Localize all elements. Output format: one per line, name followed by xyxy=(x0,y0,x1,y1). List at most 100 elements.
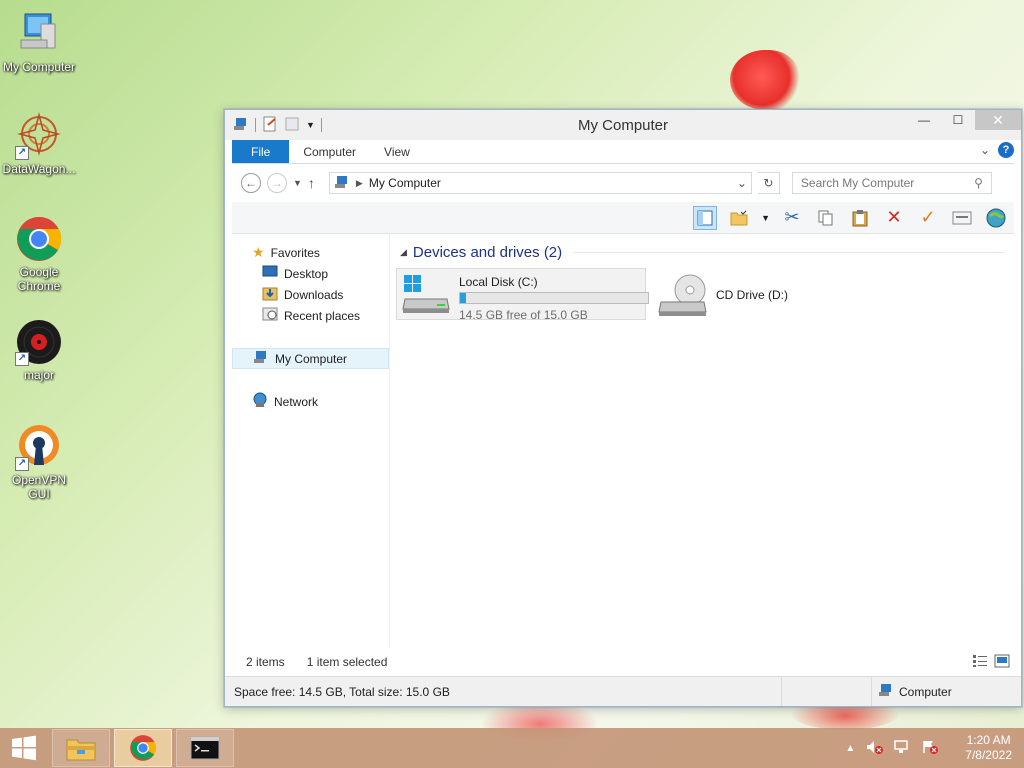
drive-name: Local Disk (C:) xyxy=(459,275,538,289)
desktop-icon-datawagon[interactable]: ↗ DataWagon... xyxy=(0,112,78,176)
desktop-icon-label: DataWagon... xyxy=(2,162,76,176)
delete-icon[interactable]: ✕ xyxy=(882,206,906,230)
expand-ribbon-icon[interactable]: ⌄ xyxy=(980,143,990,157)
navigation-pane: ★ Favorites Desktop Downloads Recent pla… xyxy=(232,234,390,648)
paste-icon[interactable] xyxy=(848,206,872,230)
rename-check-icon[interactable]: ✓ xyxy=(916,206,940,230)
desktop-icon-openvpn[interactable]: ↗ OpenVPN GUI xyxy=(0,423,78,501)
search-input[interactable]: Search My Computer ⚲ xyxy=(791,172,992,194)
taskbar-chrome[interactable] xyxy=(114,729,172,767)
clock[interactable]: 1:20 AM 7/8/2022 xyxy=(949,733,1012,763)
file-explorer-icon xyxy=(66,739,96,761)
forward-button[interactable]: → xyxy=(267,173,287,193)
location-info: Computer xyxy=(871,677,1021,706)
drive-local-disk-c[interactable]: Local Disk (C:) 14.5 GB free of 15.0 GB xyxy=(396,268,649,322)
content-area: ★ Favorites Desktop Downloads Recent pla… xyxy=(232,234,1014,648)
minimize-button[interactable]: — xyxy=(907,110,941,130)
search-icon[interactable]: ⚲ xyxy=(974,176,983,190)
show-hidden-icons-icon[interactable]: ▲ xyxy=(845,743,855,754)
action-center-icon[interactable] xyxy=(921,739,939,758)
computer-icon[interactable] xyxy=(233,116,249,135)
taskbar-file-explorer[interactable] xyxy=(52,729,110,767)
drive-usage-bar xyxy=(459,292,649,304)
nav-downloads[interactable]: Downloads xyxy=(232,284,389,305)
start-button[interactable] xyxy=(0,728,48,768)
windows-logo-icon xyxy=(12,735,36,761)
collapse-icon[interactable]: ◢ xyxy=(400,247,407,258)
properties-box-icon[interactable] xyxy=(950,206,974,230)
location-label: Computer xyxy=(899,684,952,699)
copy-icon[interactable] xyxy=(814,206,838,230)
drive-cd-d[interactable]: CD Drive (D:) xyxy=(654,268,904,320)
chevron-down-icon[interactable]: ▼ xyxy=(306,120,315,130)
command-prompt-icon xyxy=(190,736,220,760)
network-icon xyxy=(252,392,268,411)
nav-my-computer[interactable]: My Computer xyxy=(232,348,389,369)
nav-favorites[interactable]: ★ Favorites xyxy=(232,242,389,263)
group-header[interactable]: ◢ Devices and drives (2) xyxy=(400,242,1004,262)
address-bar[interactable]: ▶ My Computer ⌄ xyxy=(328,172,752,194)
chrome-icon xyxy=(15,215,63,263)
desktop-icon-label: My Computer xyxy=(2,60,76,74)
view-switcher xyxy=(972,654,1014,671)
refresh-button[interactable]: ↻ xyxy=(757,172,780,194)
cut-icon[interactable]: ✂ xyxy=(780,206,804,230)
recent-locations-icon[interactable]: ▼ xyxy=(293,178,302,188)
desktop-icon-my-computer[interactable]: My Computer xyxy=(0,10,78,74)
title-bar[interactable]: ▼ My Computer — ☐ ✕ xyxy=(225,110,1021,140)
system-tray: ▲ 1:20 AM 7/8/2022 xyxy=(845,733,1024,763)
details-view-icon[interactable] xyxy=(972,654,988,671)
folder-options-icon[interactable] xyxy=(727,206,751,230)
space-info: Space free: 14.5 GB, Total size: 15.0 GB xyxy=(234,684,450,699)
breadcrumb-separator-icon[interactable]: ▶ xyxy=(356,178,363,189)
clock-time: 1:20 AM xyxy=(966,733,1011,747)
file-list: ◢ Devices and drives (2) Local Disk (C:)… xyxy=(390,234,1014,648)
cd-drive-icon xyxy=(658,272,708,321)
properties-icon[interactable] xyxy=(262,116,278,135)
details-separator xyxy=(781,677,871,706)
computer-icon xyxy=(15,10,63,58)
network-status-icon[interactable] xyxy=(893,739,911,758)
maximize-button[interactable]: ☐ xyxy=(941,110,975,130)
nav-desktop[interactable]: Desktop xyxy=(232,263,389,284)
command-toolbar: ▼ ✂ ✕ ✓ xyxy=(232,202,1014,234)
close-button[interactable]: ✕ xyxy=(975,110,1021,130)
taskbar-command-prompt[interactable] xyxy=(176,729,234,767)
hard-drive-icon xyxy=(401,273,451,318)
desktop-icon-google-chrome[interactable]: Google Chrome xyxy=(0,215,78,293)
computer-icon xyxy=(334,174,350,193)
back-button[interactable]: ← xyxy=(241,173,261,193)
nav-label: Desktop xyxy=(284,266,329,281)
nav-network[interactable]: Network xyxy=(232,391,389,412)
desktop-icon-label: OpenVPN GUI xyxy=(11,473,67,501)
tab-file[interactable]: File xyxy=(232,140,290,163)
drive-name: CD Drive (D:) xyxy=(716,288,788,302)
up-icon[interactable]: ↑ xyxy=(308,175,315,191)
chevron-down-icon[interactable]: ▼ xyxy=(761,213,770,223)
openvpn-icon: ↗ xyxy=(15,423,63,471)
datawagon-icon: ↗ xyxy=(15,112,63,160)
tab-view[interactable]: View xyxy=(370,140,424,163)
clock-date: 7/8/2022 xyxy=(965,748,1012,762)
record-icon: ↗ xyxy=(15,318,63,366)
nav-recent-places[interactable]: Recent places xyxy=(232,305,389,326)
large-icons-view-icon[interactable] xyxy=(994,654,1010,671)
tab-computer[interactable]: Computer xyxy=(289,140,370,163)
nav-label: Favorites xyxy=(270,245,320,260)
nav-label: Downloads xyxy=(284,287,344,302)
new-folder-icon[interactable] xyxy=(284,116,300,135)
separator xyxy=(255,118,256,132)
star-icon: ★ xyxy=(252,244,265,260)
drive-info: CD Drive (D:) xyxy=(716,272,788,302)
shortcut-arrow-icon: ↗ xyxy=(15,146,29,160)
layout-pane-icon[interactable] xyxy=(693,205,718,230)
desktop-icon-label: Google Chrome xyxy=(17,265,61,293)
address-dropdown-icon[interactable]: ⌄ xyxy=(737,176,751,190)
address-row: ← → ▼ ↑ ▶ My Computer ⌄ ↻ Search My Comp… xyxy=(225,164,1021,202)
desktop-icon-major[interactable]: ↗ major xyxy=(0,318,78,382)
recent-places-icon xyxy=(262,306,278,325)
globe-icon[interactable] xyxy=(984,206,1008,230)
volume-muted-icon[interactable] xyxy=(865,739,884,758)
breadcrumb[interactable]: My Computer xyxy=(369,176,441,190)
help-icon[interactable]: ? xyxy=(998,142,1014,158)
